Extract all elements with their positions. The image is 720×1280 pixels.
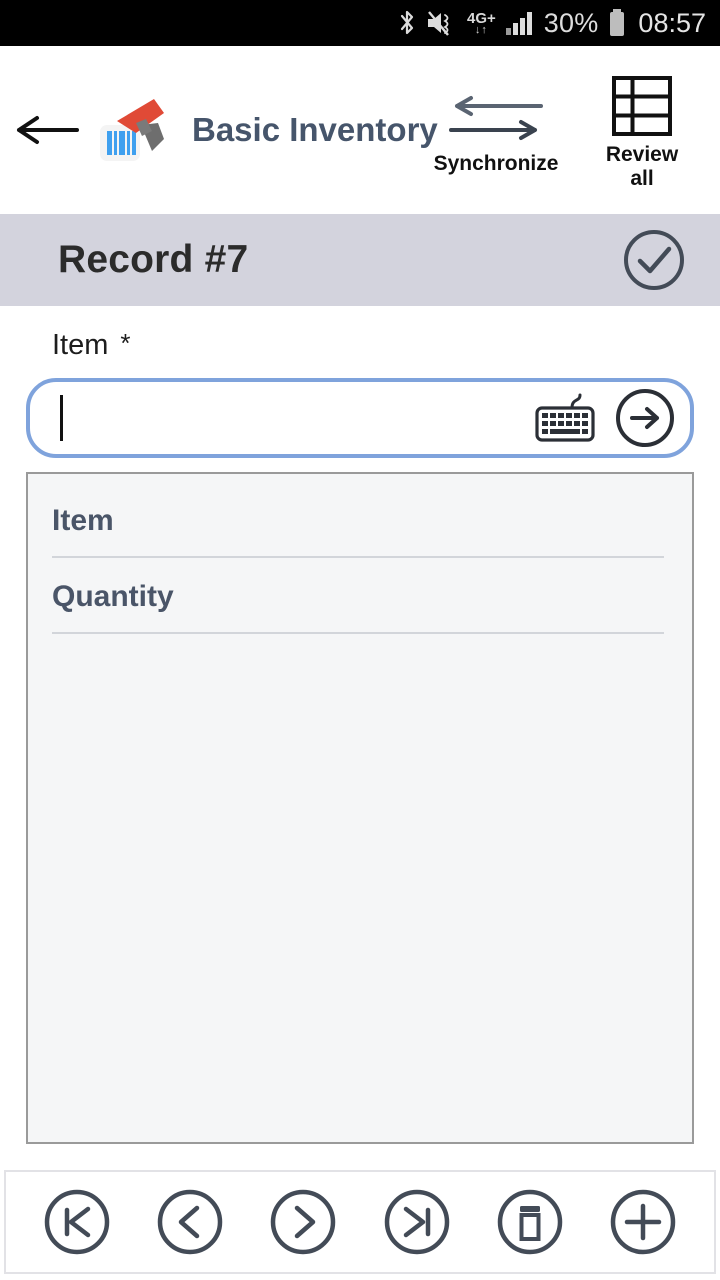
synchronize-label: Synchronize bbox=[433, 152, 559, 176]
scan-input-row[interactable] bbox=[26, 378, 694, 458]
chevron-left-icon bbox=[155, 1187, 225, 1257]
next-record-button[interactable] bbox=[265, 1184, 341, 1260]
skip-to-end-icon bbox=[382, 1187, 452, 1257]
record-header-bar: Record #7 bbox=[0, 214, 720, 306]
status-bar: 4G+ ↓↑ 30% 08:57 bbox=[0, 0, 720, 46]
chevron-right-icon bbox=[268, 1187, 338, 1257]
synchronize-button[interactable]: Synchronize bbox=[426, 84, 566, 176]
arrow-right-circle-icon bbox=[614, 387, 676, 449]
table-grid-icon bbox=[611, 75, 673, 137]
last-record-button[interactable] bbox=[379, 1184, 455, 1260]
mobile-network-indicator: 4G+ ↓↑ bbox=[467, 11, 496, 36]
page-title: Basic Inventory bbox=[192, 111, 438, 148]
clock-label: 08:57 bbox=[638, 7, 706, 38]
add-record-button[interactable] bbox=[605, 1184, 681, 1260]
trash-icon bbox=[495, 1187, 565, 1257]
phone-screen: 4G+ ↓↑ 30% 08:57 Basic Inventory Synchro… bbox=[0, 0, 720, 1280]
field-item-label: Item bbox=[52, 504, 114, 537]
delete-record-button[interactable] bbox=[492, 1184, 568, 1260]
keyboard-icon[interactable] bbox=[534, 392, 596, 444]
sync-arrows-icon bbox=[443, 90, 549, 146]
plus-icon bbox=[608, 1187, 678, 1257]
record-fields-panel: Item Quantity bbox=[26, 472, 694, 1144]
review-all-button[interactable]: Review all bbox=[572, 69, 712, 190]
bluetooth-icon bbox=[397, 9, 417, 37]
review-all-label-line2: all bbox=[630, 167, 654, 190]
skip-to-start-icon bbox=[42, 1187, 112, 1257]
back-button[interactable] bbox=[0, 110, 96, 150]
battery-icon bbox=[607, 8, 627, 38]
review-all-label-line1: Review bbox=[605, 143, 679, 167]
app-bar: Basic Inventory Synchronize Review all bbox=[0, 46, 720, 214]
field-item-divider bbox=[52, 556, 664, 558]
arrow-left-icon bbox=[13, 110, 83, 150]
field-item[interactable]: Item bbox=[52, 498, 664, 558]
network-data-arrows: ↓↑ bbox=[474, 23, 488, 36]
field-quantity-divider bbox=[52, 632, 664, 634]
required-marker: * bbox=[120, 328, 131, 358]
field-quantity-label: Quantity bbox=[52, 580, 174, 613]
battery-percent-label: 30% bbox=[543, 7, 599, 38]
first-record-button[interactable] bbox=[39, 1184, 115, 1260]
app-bar-actions: Synchronize Review all bbox=[426, 46, 712, 214]
record-navigation-bar bbox=[4, 1170, 716, 1274]
scan-input[interactable] bbox=[63, 402, 534, 434]
barcode-scanner-icon bbox=[96, 91, 174, 169]
scan-submit-button[interactable] bbox=[614, 387, 676, 449]
volume-mute-icon bbox=[426, 9, 458, 37]
signal-bars-icon bbox=[505, 10, 535, 36]
scan-field-label: Item * bbox=[0, 306, 720, 362]
check-circle-icon bbox=[622, 228, 686, 292]
field-quantity[interactable]: Quantity bbox=[52, 574, 664, 634]
record-title: Record #7 bbox=[58, 238, 249, 281]
review-all-label: Review all bbox=[606, 143, 678, 190]
previous-record-button[interactable] bbox=[152, 1184, 228, 1260]
form-area: Item * Item Quantity bbox=[0, 306, 720, 1144]
scan-field-label-text: Item bbox=[52, 329, 109, 361]
confirm-record-button[interactable] bbox=[622, 228, 686, 292]
